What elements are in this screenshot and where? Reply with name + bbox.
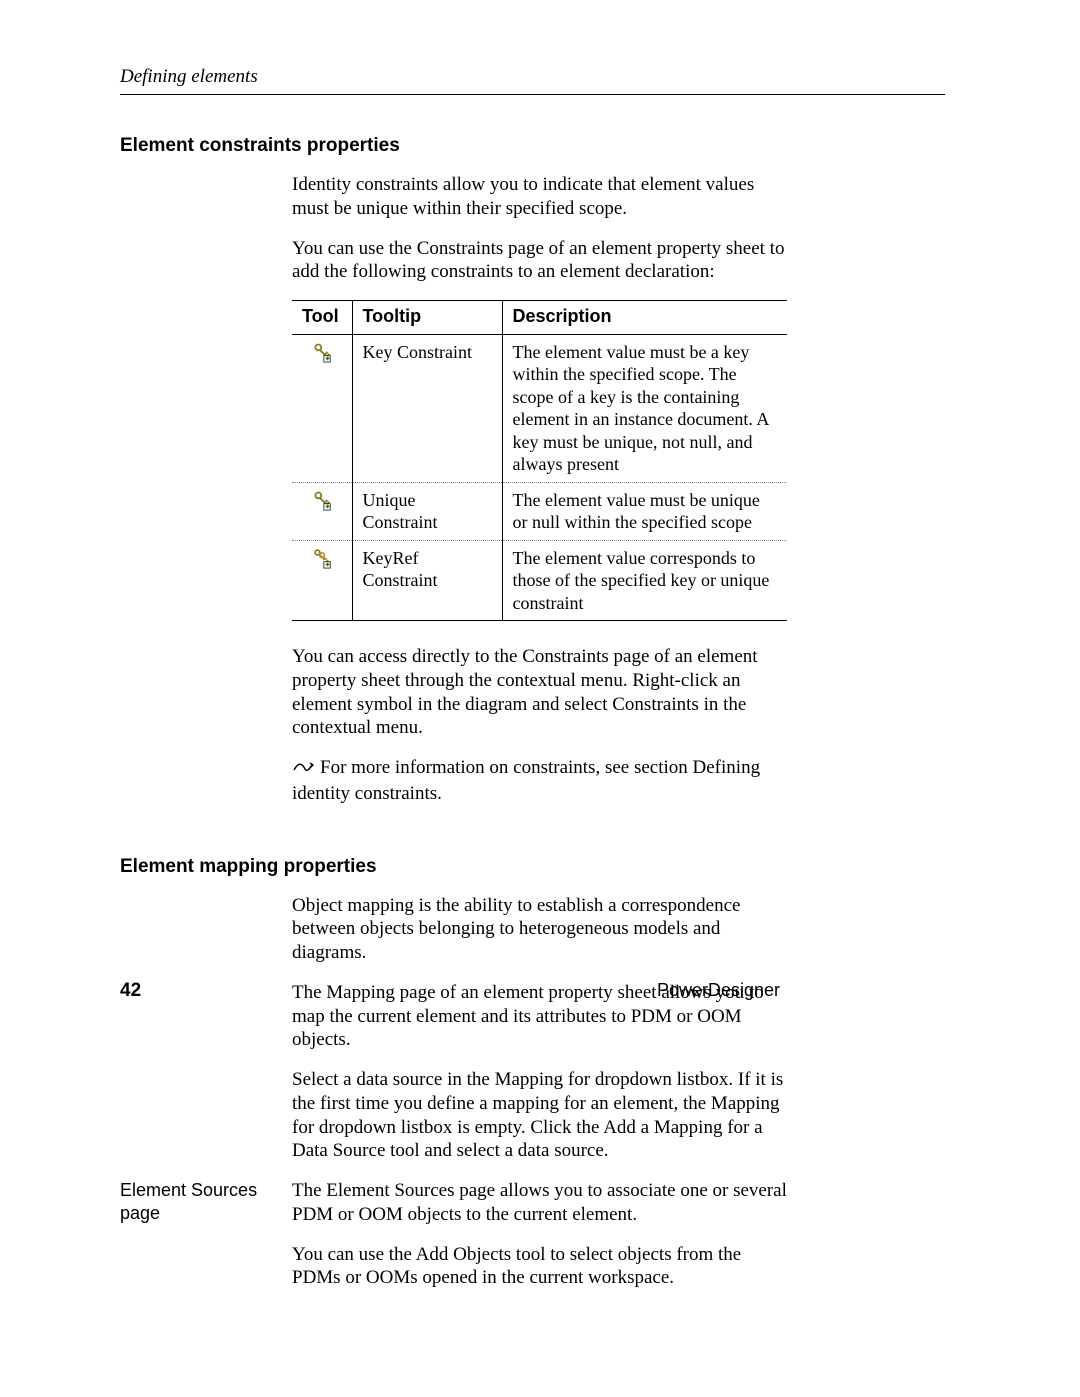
col-header-description: Description — [502, 301, 787, 335]
col-header-tooltip: Tooltip — [352, 301, 502, 335]
table-row: Key Constraint The element value must be… — [292, 334, 787, 482]
product-name: PowerDesigner — [657, 980, 780, 1001]
key-constraint-icon — [311, 347, 333, 367]
paragraph: You can use the Constraints page of an e… — [292, 237, 787, 285]
col-header-tool: Tool — [292, 301, 352, 335]
paragraph: The Element Sources page allows you to a… — [292, 1179, 787, 1227]
paragraph: You can use the Add Objects tool to sele… — [292, 1243, 787, 1291]
section-heading-constraints: Element constraints properties — [120, 135, 945, 157]
table-row: KeyRef Constraint The element value corr… — [292, 540, 787, 621]
page-content: Defining elements Element constraints pr… — [120, 66, 945, 1306]
tooltip-cell: KeyRef Constraint — [352, 540, 502, 621]
table-header-row: Tool Tooltip Description — [292, 301, 787, 335]
table-row: Unique Constraint The element value must… — [292, 482, 787, 540]
description-cell: The element value must be unique or null… — [502, 482, 787, 540]
note-text: For more information on constraints, see… — [292, 757, 760, 804]
page-footer: 42 PowerDesigner — [120, 980, 780, 1002]
note-icon — [292, 758, 314, 782]
constraints-table: Tool Tooltip Description Key Constraint … — [292, 300, 787, 621]
tool-cell — [292, 482, 352, 540]
page-number: 42 — [120, 980, 141, 1001]
unique-constraint-icon — [311, 495, 333, 515]
keyref-constraint-icon — [311, 553, 333, 573]
paragraph: Select a data source in the Mapping for … — [292, 1068, 787, 1163]
paragraph: Identity constraints allow you to indica… — [292, 173, 787, 221]
tooltip-cell: Key Constraint — [352, 334, 502, 482]
tool-cell — [292, 540, 352, 621]
description-cell: The element value corresponds to those o… — [502, 540, 787, 621]
note-paragraph: For more information on constraints, see… — [292, 756, 787, 806]
section2-body: Object mapping is the ability to establi… — [292, 894, 787, 1291]
running-head: Defining elements — [120, 66, 945, 95]
section-heading-mapping: Element mapping properties — [120, 856, 945, 878]
tooltip-cell: Unique Constraint — [352, 482, 502, 540]
tool-cell — [292, 334, 352, 482]
section1-body: Identity constraints allow you to indica… — [292, 173, 787, 806]
margin-label-element-sources: Element Sources page — [120, 1179, 280, 1224]
paragraph: Object mapping is the ability to establi… — [292, 894, 787, 965]
description-cell: The element value must be a key within t… — [502, 334, 787, 482]
paragraph: You can access directly to the Constrain… — [292, 645, 787, 740]
